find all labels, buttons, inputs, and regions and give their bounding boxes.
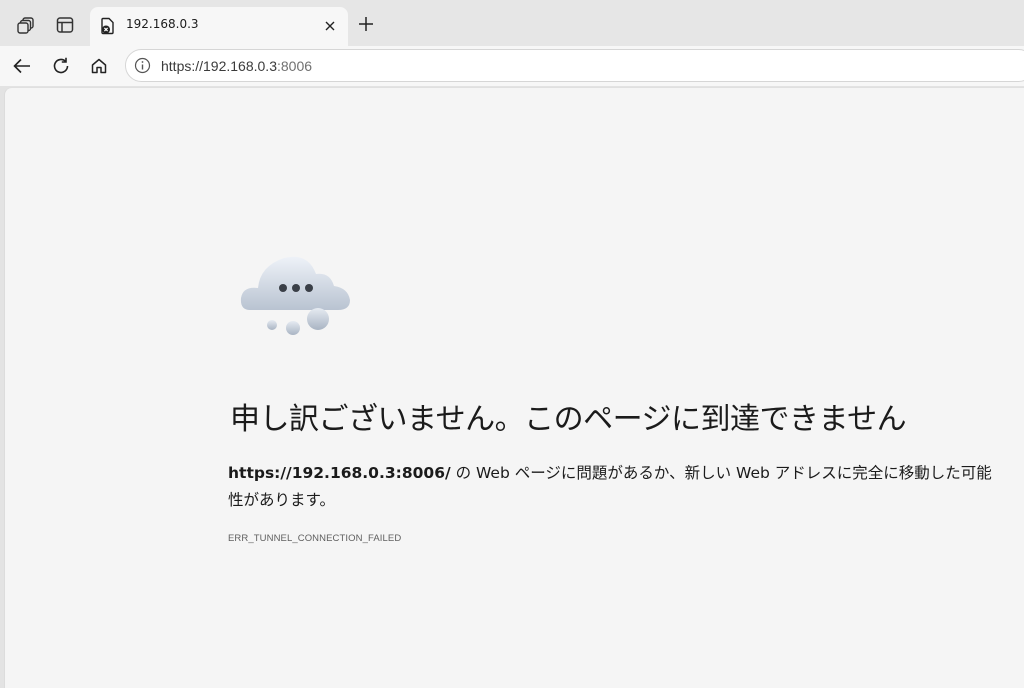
refresh-icon: [53, 57, 69, 74]
error-title: 申し訳ございません。このページに到達できません: [230, 402, 907, 437]
address-bar[interactable]: https://192.168.0.3:8006: [125, 49, 1024, 82]
refresh-button[interactable]: [46, 51, 76, 81]
address-port: :8006: [276, 58, 313, 74]
address-host: https://192.168.0.3: [161, 58, 277, 74]
address-url: https://192.168.0.3:8006: [161, 58, 312, 74]
error-description: https://192.168.0.3:8006/ の Web ページに問題があ…: [228, 460, 998, 514]
error-code: ERR_TUNNEL_CONNECTION_FAILED: [228, 533, 402, 544]
cloud-icon: [236, 252, 356, 342]
home-icon: [91, 58, 107, 74]
active-tab[interactable]: 192.168.0.3: [90, 7, 348, 46]
tab-title: 192.168.0.3: [126, 17, 199, 31]
tab-actions-icon[interactable]: [50, 10, 80, 40]
info-icon[interactable]: [134, 57, 151, 74]
back-arrow-icon: [13, 58, 30, 74]
close-icon: [325, 21, 335, 31]
new-tab-button[interactable]: [352, 10, 380, 38]
navigation-toolbar: https://192.168.0.3:8006: [0, 46, 1024, 86]
back-button[interactable]: [7, 51, 37, 81]
broken-page-icon: [99, 17, 117, 35]
workspaces-icon[interactable]: [12, 10, 42, 40]
error-url: https://192.168.0.3:8006/: [228, 464, 451, 482]
tab-strip: 192.168.0.3: [0, 0, 1024, 46]
home-button[interactable]: [84, 51, 114, 81]
close-tab-button[interactable]: [320, 16, 340, 36]
plus-icon: [359, 17, 373, 31]
page-content: [4, 87, 1024, 688]
